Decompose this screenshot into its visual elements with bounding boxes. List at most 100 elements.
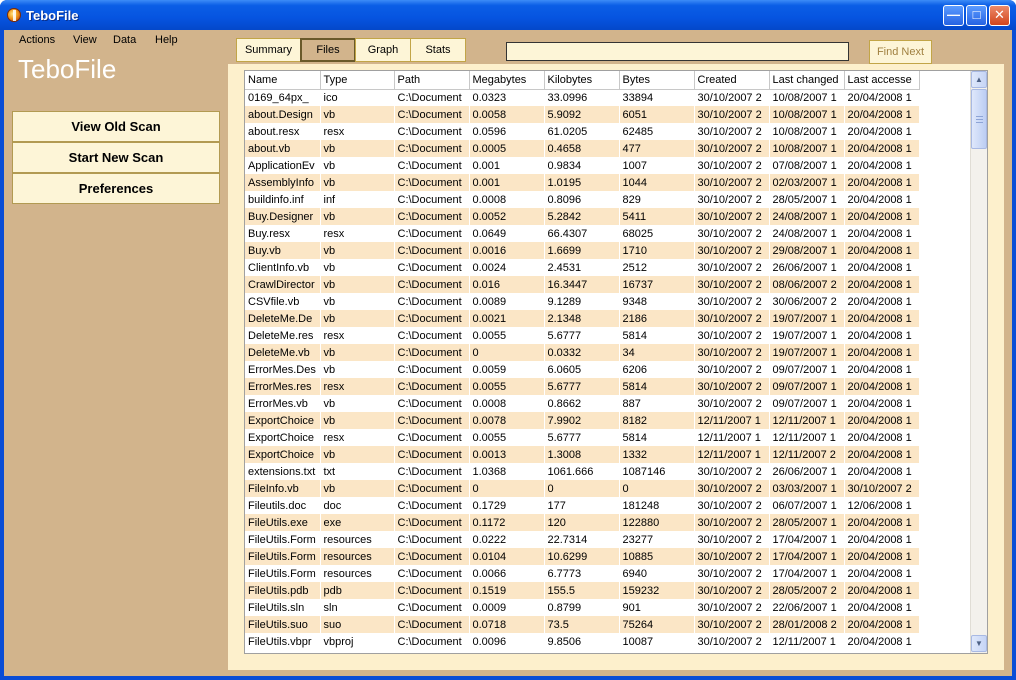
table-row[interactable]: FileUtils.Form resources C:\Document 0.0104…: [245, 548, 920, 565]
view-old-scan-button[interactable]: View Old Scan: [12, 111, 220, 142]
column-header[interactable]: Bytes: [619, 71, 695, 90]
table-row[interactable]: 0169_64px_ ico C:\Document 0.0323 33.0996 338…: [245, 89, 920, 106]
table-cell: 33894: [619, 89, 695, 106]
table-row[interactable]: DeleteMe.De vb C:\Document 0.0021 2.1348 2186…: [245, 310, 920, 327]
table-cell: 0.016: [469, 276, 545, 293]
table-cell: 1044: [619, 174, 695, 191]
table-cell: 20/04/2008 1: [844, 276, 920, 293]
table-cell: 6.7773: [544, 565, 620, 582]
table-row[interactable]: Buy.resx resx C:\Document 0.0649 66.4307 6802…: [245, 225, 920, 242]
table-row[interactable]: FileUtils.pdb pdb C:\Document 0.1519 155.5 15…: [245, 582, 920, 599]
table-cell: sln: [320, 599, 395, 616]
table-cell: 20/04/2008 1: [844, 412, 920, 429]
column-header[interactable]: Type: [320, 71, 395, 90]
table-row[interactable]: ExportChoice vb C:\Document 0.0013 1.3008 133…: [245, 446, 920, 463]
table-cell: 19/07/2007 1: [769, 310, 845, 327]
table-row[interactable]: ExportChoice vb C:\Document 0.0078 7.9902 818…: [245, 412, 920, 429]
search-input[interactable]: [506, 42, 849, 61]
scroll-up-button[interactable]: ▲: [971, 71, 987, 88]
table-cell: C:\Document: [394, 259, 470, 276]
table-cell: vb: [320, 259, 395, 276]
table-row[interactable]: FileUtils.Form resources C:\Document 0.0066…: [245, 565, 920, 582]
table-row[interactable]: CrawlDirector vb C:\Document 0.016 16.3447 16…: [245, 276, 920, 293]
tab-summary[interactable]: Summary: [236, 38, 301, 62]
table-cell: 75264: [619, 616, 695, 633]
menu-help[interactable]: Help: [155, 34, 178, 46]
table-cell: DeleteMe.res: [245, 327, 321, 344]
client-area: Actions View Data Help TeboFile View Old…: [4, 30, 1012, 676]
column-header[interactable]: Megabytes: [469, 71, 545, 90]
table-cell: ErrorMes.Des: [245, 361, 321, 378]
find-next-button[interactable]: Find Next: [869, 40, 932, 64]
table-row[interactable]: DeleteMe.res resx C:\Document 0.0055 5.6777 5…: [245, 327, 920, 344]
table-row[interactable]: ErrorMes.Des vb C:\Document 0.0059 6.0605 620…: [245, 361, 920, 378]
title-bar[interactable]: TeboFile — □ ✕: [0, 0, 1016, 30]
table-row[interactable]: Buy.vb vb C:\Document 0.0016 1.6699 1710 30/10…: [245, 242, 920, 259]
menu-actions[interactable]: Actions: [19, 34, 55, 46]
table-row[interactable]: DeleteMe.vb vb C:\Document 0 0.0332 34 30/10/2…: [245, 344, 920, 361]
table-row[interactable]: about.vb vb C:\Document 0.0005 0.4658 477 30/1…: [245, 140, 920, 157]
table-cell: C:\Document: [394, 582, 470, 599]
table-cell: 30/10/2007 2: [694, 327, 770, 344]
table-cell: 0.0008: [469, 395, 545, 412]
maximize-button[interactable]: □: [966, 5, 987, 26]
table-row[interactable]: AssemblyInfo vb C:\Document 0.001 1.0195 1044…: [245, 174, 920, 191]
chevron-up-icon: ▲: [975, 75, 983, 84]
table-cell: 477: [619, 140, 695, 157]
column-header[interactable]: Kilobytes: [544, 71, 620, 90]
table-row[interactable]: FileUtils.Form resources C:\Document 0.0222…: [245, 531, 920, 548]
table-row[interactable]: FileInfo.vb vb C:\Document 0 0 0 30/10/2007 20…: [245, 480, 920, 497]
table-cell: txt: [320, 463, 395, 480]
files-grid[interactable]: Name Type Path Megabytes Kilobytes Bytes Creat…: [244, 70, 988, 654]
start-new-scan-button[interactable]: Start New Scan: [12, 142, 220, 173]
table-row[interactable]: buildinfo.inf inf C:\Document 0.0008 0.8096 8…: [245, 191, 920, 208]
table-cell: 02/03/2007 1: [769, 174, 845, 191]
table-row[interactable]: ExportChoice resx C:\Document 0.0055 5.6777 5…: [245, 429, 920, 446]
minimize-button[interactable]: —: [943, 5, 964, 26]
table-row[interactable]: FileUtils.exe exe C:\Document 0.1172 120 1228…: [245, 514, 920, 531]
table-cell: 12/11/2007 1: [769, 633, 845, 650]
table-cell: 17/04/2007 1: [769, 531, 845, 548]
table-row[interactable]: extensions.txt txt C:\Document 1.0368 1061.6…: [245, 463, 920, 480]
vertical-scrollbar[interactable]: ▲ ▼: [970, 71, 987, 653]
preferences-button[interactable]: Preferences: [12, 173, 220, 204]
table-row[interactable]: FileUtils.vbpr vbproj C:\Document 0.0096 9.8…: [245, 633, 920, 650]
scroll-down-button[interactable]: ▼: [971, 635, 987, 652]
tab-files[interactable]: Files: [300, 38, 356, 62]
table-row[interactable]: ErrorMes.res resx C:\Document 0.0055 5.6777 5…: [245, 378, 920, 395]
table-row[interactable]: ApplicationEv vb C:\Document 0.001 0.9834 100…: [245, 157, 920, 174]
table-cell: 30/10/2007 2: [694, 395, 770, 412]
table-cell: extensions.txt: [245, 463, 321, 480]
scroll-thumb[interactable]: [971, 89, 987, 149]
table-row[interactable]: FileUtils.suo suo C:\Document 0.0718 73.5 752…: [245, 616, 920, 633]
table-row[interactable]: about.Design vb C:\Document 0.0058 5.9092 605…: [245, 106, 920, 123]
column-header[interactable]: Last changed: [769, 71, 845, 90]
table-cell: about.Design: [245, 106, 321, 123]
table-row[interactable]: FileUtils.sln sln C:\Document 0.0009 0.8799 9…: [245, 599, 920, 616]
table-cell: 19/07/2007 1: [769, 344, 845, 361]
column-header[interactable]: Last accesse: [844, 71, 920, 90]
tab-stats[interactable]: Stats: [410, 38, 466, 62]
table-cell: 30/10/2007 2: [694, 123, 770, 140]
table-cell: inf: [320, 191, 395, 208]
table-row[interactable]: ErrorMes.vb vb C:\Document 0.0008 0.8662 887 3…: [245, 395, 920, 412]
table-row[interactable]: Buy.Designer vb C:\Document 0.0052 5.2842 541…: [245, 208, 920, 225]
table-cell: 5.2842: [544, 208, 620, 225]
column-header[interactable]: Path: [394, 71, 470, 90]
column-header[interactable]: Created: [694, 71, 770, 90]
table-row[interactable]: CSVfile.vb vb C:\Document 0.0089 9.1289 9348 3…: [245, 293, 920, 310]
column-header[interactable]: Name: [245, 71, 321, 90]
table-cell: 20/04/2008 1: [844, 514, 920, 531]
table-row[interactable]: Fileutils.doc doc C:\Document 0.1729 177 1812…: [245, 497, 920, 514]
table-cell: C:\Document: [394, 480, 470, 497]
menu-data[interactable]: Data: [113, 34, 136, 46]
table-row[interactable]: ClientInfo.vb vb C:\Document 0.0024 2.4531 25…: [245, 259, 920, 276]
menu-view[interactable]: View: [73, 34, 97, 46]
table-cell: 28/05/2007 2: [769, 582, 845, 599]
close-button[interactable]: ✕: [989, 5, 1010, 26]
table-row[interactable]: about.resx resx C:\Document 0.0596 61.0205 62…: [245, 123, 920, 140]
tab-graph[interactable]: Graph: [355, 38, 411, 62]
table-cell: 10/08/2007 1: [769, 89, 845, 106]
table-cell: 66.4307: [544, 225, 620, 242]
table-cell: 06/07/2007 1: [769, 497, 845, 514]
